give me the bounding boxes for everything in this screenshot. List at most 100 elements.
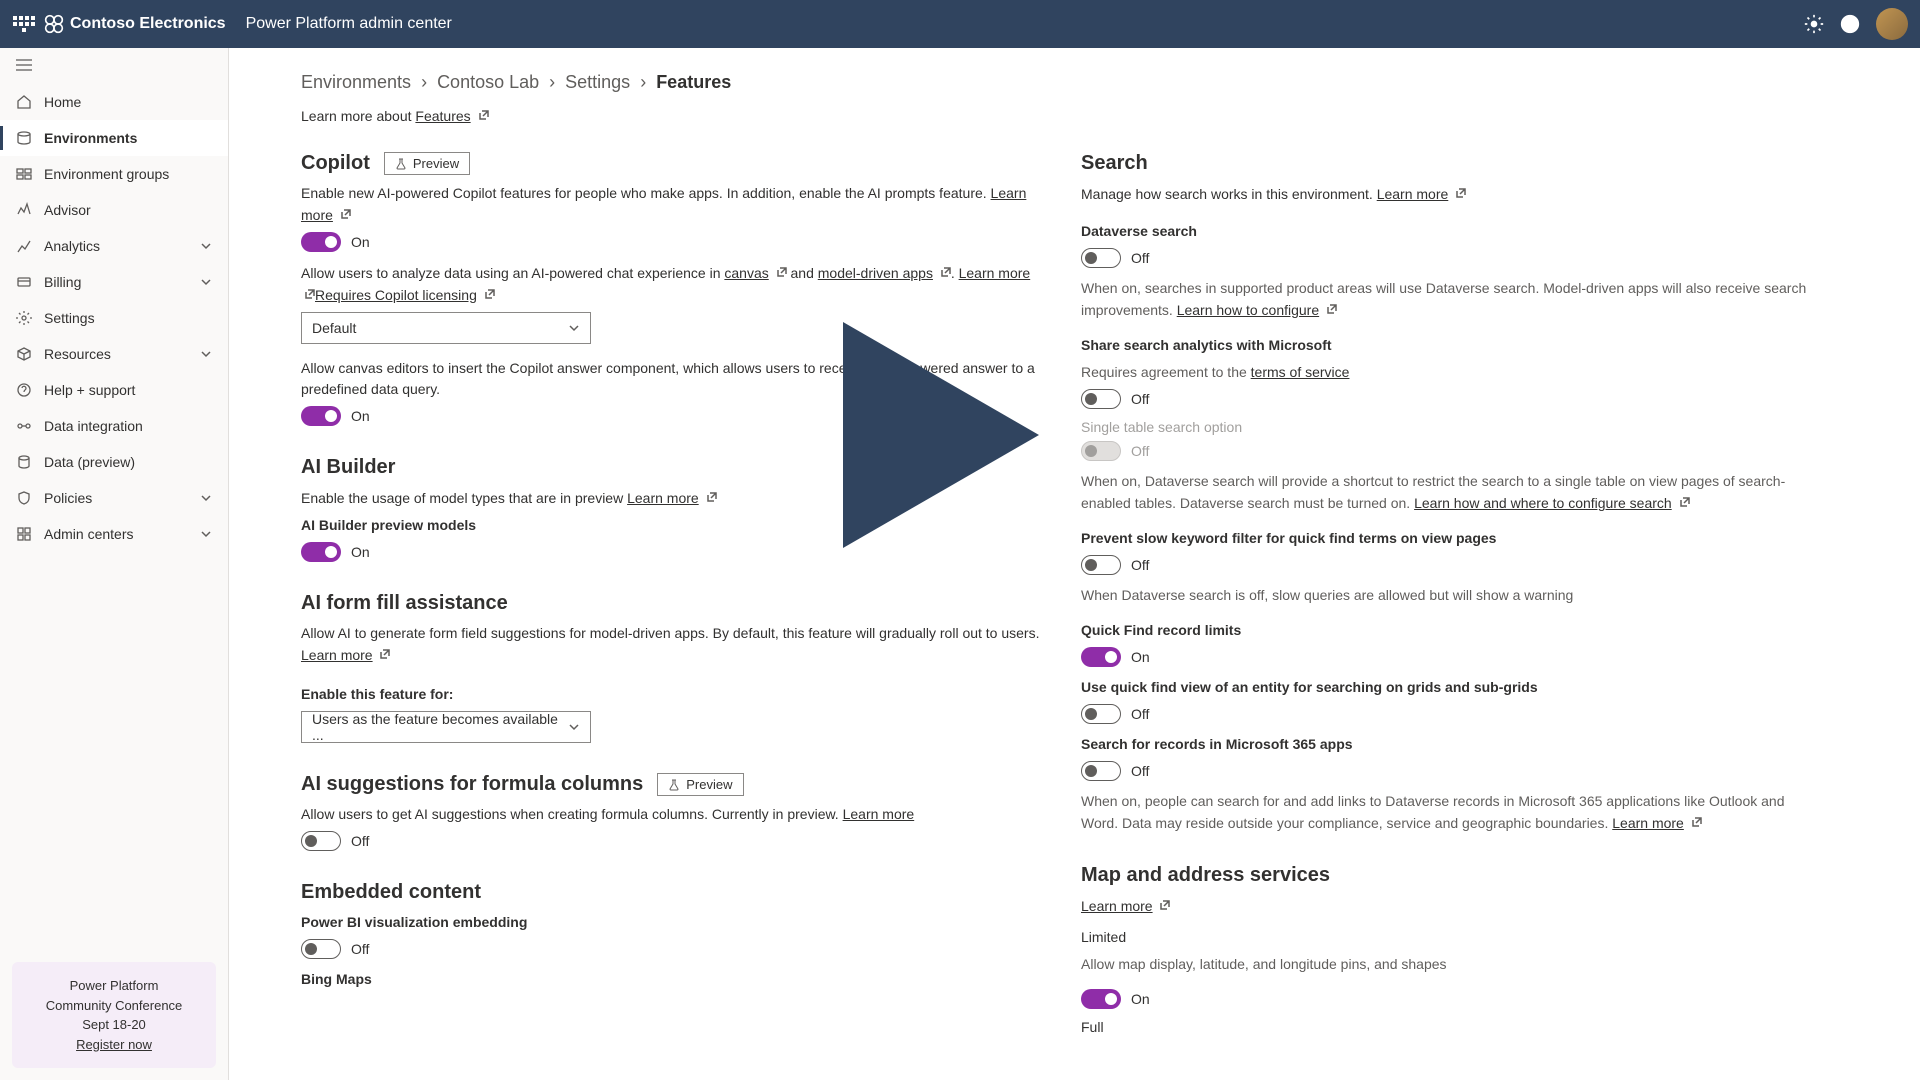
data-integration-icon xyxy=(16,418,32,434)
formfill-select[interactable]: Users as the feature becomes available .… xyxy=(301,711,591,743)
breadcrumb-link[interactable]: Contoso Lab xyxy=(437,72,539,93)
billing-icon xyxy=(16,274,32,290)
sidebar-item-billing[interactable]: Billing xyxy=(0,264,228,300)
single-desc: When on, Dataverse search will provide a… xyxy=(1081,471,1821,514)
single-learn-link[interactable]: Learn how and where to configure search xyxy=(1414,495,1672,511)
breadcrumb-link[interactable]: Environments xyxy=(301,72,411,93)
single-toggle xyxy=(1081,441,1121,461)
sidebar-item-home[interactable]: Home xyxy=(0,84,228,120)
sidebar-item-data-integration[interactable]: Data integration xyxy=(0,408,228,444)
learn-more-link[interactable]: Learn more xyxy=(1081,898,1153,914)
section-title-embedded: Embedded content xyxy=(301,881,481,904)
toggle-label: Off xyxy=(1131,443,1149,459)
map-limited-toggle[interactable] xyxy=(1081,989,1121,1009)
m365-desc: When on, people can search for and add l… xyxy=(1081,791,1821,834)
dv-learn-link[interactable]: Learn how to configure xyxy=(1177,302,1319,318)
external-link-icon xyxy=(1692,812,1702,822)
slow-label: Prevent slow keyword filter for quick fi… xyxy=(1081,528,1821,549)
sidebar-item-advisor[interactable]: Advisor xyxy=(0,192,228,228)
qfv-toggle[interactable] xyxy=(1081,704,1121,724)
beaker-icon xyxy=(668,779,680,791)
toggle-label: Off xyxy=(1131,391,1149,407)
features-learn-link[interactable]: Features xyxy=(415,108,470,124)
mda-link[interactable]: model-driven apps xyxy=(818,265,933,281)
copilot-answer-desc: Allow canvas editors to insert the Copil… xyxy=(301,358,1041,400)
copilot-select[interactable]: Default xyxy=(301,312,591,344)
copilot-answer-toggle[interactable] xyxy=(301,406,341,426)
hamburger-icon[interactable] xyxy=(0,48,228,84)
org-logo-icon xyxy=(44,14,64,34)
sidebar-item-environment-groups[interactable]: Environment groups xyxy=(0,156,228,192)
aibuilder-desc: Enable the usage of model types that are… xyxy=(301,487,1041,509)
qf-label: Quick Find record limits xyxy=(1081,620,1821,641)
qf-toggle[interactable] xyxy=(1081,647,1121,667)
gear-icon[interactable] xyxy=(1804,14,1824,34)
external-link-icon xyxy=(941,262,951,272)
help-icon xyxy=(16,382,32,398)
sidebar-item-resources[interactable]: Resources xyxy=(0,336,228,372)
help-icon[interactable] xyxy=(1840,14,1860,34)
chevron-down-icon xyxy=(200,348,212,360)
dv-toggle[interactable] xyxy=(1081,248,1121,268)
learn-more-link[interactable]: Learn more xyxy=(843,806,915,822)
map-full-label: Full xyxy=(1081,1019,1821,1035)
single-label: Single table search option xyxy=(1081,419,1821,435)
learn-more-link[interactable]: Learn more xyxy=(959,265,1031,281)
toggle-label: On xyxy=(1131,991,1150,1007)
learn-more-link[interactable]: Learn more xyxy=(1612,815,1684,831)
slow-toggle[interactable] xyxy=(1081,555,1121,575)
sidebar-item-analytics[interactable]: Analytics xyxy=(0,228,228,264)
search-desc: Manage how search works in this environm… xyxy=(1081,183,1821,205)
copilot-chat-desc: Allow users to analyze data using an AI-… xyxy=(301,262,1041,306)
app-launcher-icon[interactable] xyxy=(12,12,36,36)
app-header: Contoso Electronics Power Platform admin… xyxy=(0,0,1920,48)
avatar[interactable] xyxy=(1876,8,1908,40)
section-title-aibuilder: AI Builder xyxy=(301,456,395,479)
sidebar-item-data-preview[interactable]: Data (preview) xyxy=(0,444,228,480)
tos-link[interactable]: terms of service xyxy=(1251,364,1350,380)
share-label: Share search analytics with Microsoft xyxy=(1081,335,1821,356)
chevron-down-icon xyxy=(200,240,212,252)
formula-toggle[interactable] xyxy=(301,831,341,851)
qfv-label: Use quick find view of an entity for sea… xyxy=(1081,677,1821,698)
dv-label: Dataverse search xyxy=(1081,221,1821,242)
toggle-label: Off xyxy=(351,833,369,849)
sidebar-item-help-support[interactable]: Help + support xyxy=(0,372,228,408)
canvas-link[interactable]: canvas xyxy=(724,265,768,281)
sidebar-item-settings[interactable]: Settings xyxy=(0,300,228,336)
environments-icon xyxy=(16,130,32,146)
external-link-icon xyxy=(777,262,787,272)
section-title-search: Search xyxy=(1081,152,1148,175)
sidebar-item-policies[interactable]: Policies xyxy=(0,480,228,516)
toggle-label: Off xyxy=(1131,250,1149,266)
admin-centers-icon xyxy=(16,526,32,542)
share-toggle[interactable] xyxy=(1081,389,1121,409)
sidebar-item-admin-centers[interactable]: Admin centers xyxy=(0,516,228,552)
toggle-label: Off xyxy=(1131,763,1149,779)
aibuilder-toggle[interactable] xyxy=(301,542,341,562)
requires-licensing-link[interactable]: Requires Copilot licensing xyxy=(315,287,477,303)
toggle-label: Off xyxy=(351,941,369,957)
dv-desc: When on, searches in supported product a… xyxy=(1081,278,1821,321)
learn-more-link[interactable]: Learn more xyxy=(1377,186,1449,202)
m365-toggle[interactable] xyxy=(1081,761,1121,781)
external-link-icon xyxy=(341,204,351,214)
external-link-icon xyxy=(485,284,495,294)
formula-desc: Allow users to get AI suggestions when c… xyxy=(301,804,1041,825)
toggle-label: On xyxy=(351,408,370,424)
formfill-desc: Allow AI to generate form field suggesti… xyxy=(301,623,1041,666)
breadcrumb-current: Features xyxy=(656,72,731,93)
toggle-label: On xyxy=(351,234,370,250)
copilot-desc: Enable new AI-powered Copilot features f… xyxy=(301,183,1041,226)
promo-register-link[interactable]: Register now xyxy=(76,1037,152,1052)
learn-more-link[interactable]: Learn more xyxy=(301,647,373,663)
breadcrumb-link[interactable]: Settings xyxy=(565,72,630,93)
learn-more-link[interactable]: Learn more xyxy=(627,490,699,506)
pbi-toggle[interactable] xyxy=(301,939,341,959)
beaker-icon xyxy=(395,158,407,170)
m365-label: Search for records in Microsoft 365 apps xyxy=(1081,734,1821,755)
share-req: Requires agreement to the terms of servi… xyxy=(1081,362,1821,383)
sidebar-item-environments[interactable]: Environments xyxy=(0,120,228,156)
copilot-toggle[interactable] xyxy=(301,232,341,252)
toggle-label: On xyxy=(351,544,370,560)
